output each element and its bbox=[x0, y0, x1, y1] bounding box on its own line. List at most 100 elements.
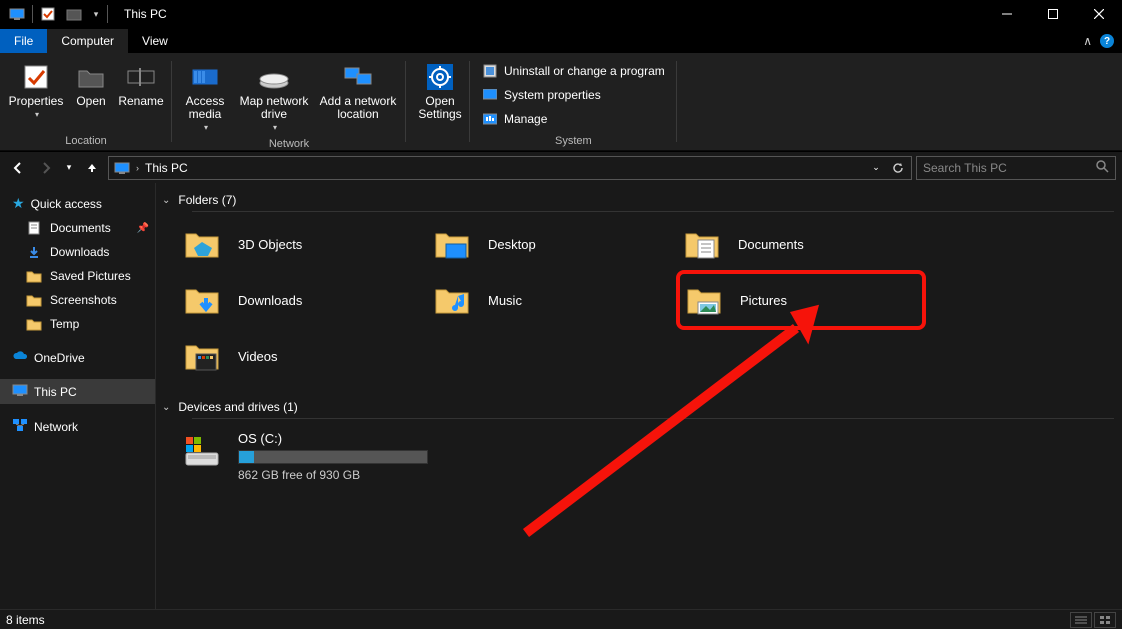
folder-icon bbox=[26, 316, 42, 332]
address-bar[interactable]: › This PC ⌄ bbox=[108, 156, 912, 180]
tab-file[interactable]: File bbox=[0, 29, 47, 53]
pin-icon: 📌 bbox=[137, 223, 149, 234]
folders-group-header[interactable]: ⌄ Folders (7) bbox=[156, 189, 1122, 211]
folder-icon bbox=[26, 292, 42, 308]
folder-item-downloads[interactable]: Downloads bbox=[176, 270, 426, 330]
folder-label: Documents bbox=[738, 237, 804, 252]
back-button[interactable] bbox=[6, 156, 30, 180]
sidebar-item-screenshots[interactable]: Screenshots bbox=[0, 288, 155, 312]
folder-item-desktop[interactable]: Desktop bbox=[426, 218, 676, 270]
tab-view[interactable]: View bbox=[128, 29, 182, 53]
app-icon[interactable] bbox=[6, 3, 28, 25]
sidebar-onedrive[interactable]: OneDrive bbox=[0, 346, 155, 369]
forward-button[interactable] bbox=[34, 156, 58, 180]
uninstall-button[interactable]: Uninstall or change a program bbox=[478, 61, 669, 81]
navigation-pane[interactable]: ★ Quick access Documents 📌 Downloads Sav… bbox=[0, 183, 156, 609]
network-icon bbox=[12, 418, 28, 435]
sidebar-label: This PC bbox=[34, 385, 77, 399]
folder-label: Videos bbox=[238, 349, 278, 364]
group-label: Network bbox=[269, 138, 309, 151]
add-network-location-button[interactable]: Add a network location bbox=[316, 57, 400, 125]
quick-access-toolbar: ▾ bbox=[0, 3, 114, 25]
help-icon[interactable]: ? bbox=[1100, 34, 1114, 48]
sidebar-label: Network bbox=[34, 420, 78, 434]
pc-icon bbox=[111, 161, 133, 175]
ribbon-label: Map network drive bbox=[238, 95, 310, 121]
drives-group-header[interactable]: ⌄ Devices and drives (1) bbox=[156, 396, 1122, 418]
folder-label: 3D Objects bbox=[238, 237, 302, 252]
breadcrumb-segment[interactable]: This PC bbox=[145, 161, 188, 175]
window-controls bbox=[984, 0, 1122, 29]
up-button[interactable] bbox=[80, 156, 104, 180]
sidebar-label: Quick access bbox=[31, 197, 102, 211]
properties-icon bbox=[20, 61, 52, 93]
sidebar-label: OneDrive bbox=[34, 351, 85, 365]
access-media-button[interactable]: Access media▾ bbox=[178, 57, 232, 138]
content-pane[interactable]: ⌄ Folders (7) 3D Objects Desktop Documen… bbox=[156, 183, 1122, 609]
manage-button[interactable]: Manage bbox=[478, 109, 669, 129]
ribbon-label: System properties bbox=[504, 88, 601, 102]
qat-dropdown-icon[interactable]: ▾ bbox=[89, 3, 103, 25]
search-input[interactable] bbox=[923, 161, 1096, 175]
open-settings-button[interactable]: Open Settings bbox=[412, 57, 468, 125]
minimize-button[interactable] bbox=[984, 0, 1030, 29]
recent-locations-button[interactable]: ▾ bbox=[62, 156, 76, 180]
sidebar-this-pc[interactable]: This PC bbox=[0, 379, 155, 404]
maximize-button[interactable] bbox=[1030, 0, 1076, 29]
chevron-down-icon: ⌄ bbox=[162, 195, 170, 206]
sidebar-item-documents[interactable]: Documents 📌 bbox=[0, 216, 155, 240]
status-bar: 8 items bbox=[0, 609, 1122, 629]
ribbon-group-network: Access media▾ Map network drive▾ Add a n… bbox=[172, 53, 406, 150]
folder-item-videos[interactable]: Videos bbox=[176, 330, 426, 382]
document-icon bbox=[26, 220, 42, 236]
folder-item-documents[interactable]: Documents bbox=[676, 218, 926, 270]
qat-new-folder-icon[interactable] bbox=[63, 3, 85, 25]
folder-item-pictures[interactable]: Pictures bbox=[676, 270, 926, 330]
details-view-button[interactable] bbox=[1070, 612, 1092, 628]
search-box[interactable] bbox=[916, 156, 1116, 180]
ribbon-label: Add a network location bbox=[318, 95, 398, 121]
rename-button[interactable]: Rename bbox=[116, 57, 166, 112]
folder-item-3d-objects[interactable]: 3D Objects bbox=[176, 218, 426, 270]
breadcrumb-chevron[interactable]: › bbox=[133, 163, 142, 173]
open-button[interactable]: Open bbox=[70, 57, 112, 112]
qat-properties-icon[interactable] bbox=[37, 3, 59, 25]
ribbon-label: Manage bbox=[504, 112, 547, 126]
folder-label: Downloads bbox=[238, 293, 302, 308]
drive-item-os-c[interactable]: OS (C:) 862 GB free of 930 GB bbox=[176, 425, 526, 488]
drive-icon bbox=[182, 431, 222, 471]
history-dropdown-button[interactable]: ⌄ bbox=[865, 157, 887, 179]
tiles-view-button[interactable] bbox=[1094, 612, 1116, 628]
chevron-down-icon: ▾ bbox=[35, 108, 39, 121]
sidebar-item-saved-pictures[interactable]: Saved Pictures bbox=[0, 264, 155, 288]
sidebar-quick-access[interactable]: ★ Quick access bbox=[0, 191, 155, 216]
folder-item-music[interactable]: Music bbox=[426, 270, 676, 330]
ribbon-label: Access media bbox=[180, 95, 230, 121]
system-properties-button[interactable]: System properties bbox=[478, 85, 669, 105]
separator bbox=[32, 5, 33, 23]
sidebar-item-temp[interactable]: Temp bbox=[0, 312, 155, 336]
window-title: This PC bbox=[124, 7, 167, 21]
close-button[interactable] bbox=[1076, 0, 1122, 29]
sidebar-item-label: Downloads bbox=[50, 245, 109, 259]
ribbon-group-settings: Open Settings bbox=[406, 53, 470, 150]
gear-icon bbox=[424, 61, 456, 93]
chevron-down-icon: ▾ bbox=[204, 121, 208, 134]
search-icon[interactable] bbox=[1096, 160, 1109, 176]
chevron-down-icon: ▾ bbox=[273, 121, 277, 134]
manage-icon bbox=[482, 111, 498, 127]
folder-label: Music bbox=[488, 293, 522, 308]
refresh-button[interactable] bbox=[887, 157, 909, 179]
breadcrumb[interactable]: This PC bbox=[142, 161, 865, 175]
item-count: 8 items bbox=[6, 613, 45, 627]
tab-computer[interactable]: Computer bbox=[47, 29, 128, 53]
group-header-label: Folders (7) bbox=[178, 193, 236, 207]
collapse-ribbon-icon[interactable]: ∧ bbox=[1083, 34, 1092, 48]
group-label bbox=[438, 135, 441, 148]
properties-button[interactable]: Properties▾ bbox=[6, 57, 66, 125]
download-icon bbox=[26, 244, 42, 260]
sidebar-item-downloads[interactable]: Downloads bbox=[0, 240, 155, 264]
map-drive-button[interactable]: Map network drive▾ bbox=[236, 57, 312, 138]
sidebar-item-label: Temp bbox=[50, 317, 79, 331]
sidebar-network[interactable]: Network bbox=[0, 414, 155, 439]
